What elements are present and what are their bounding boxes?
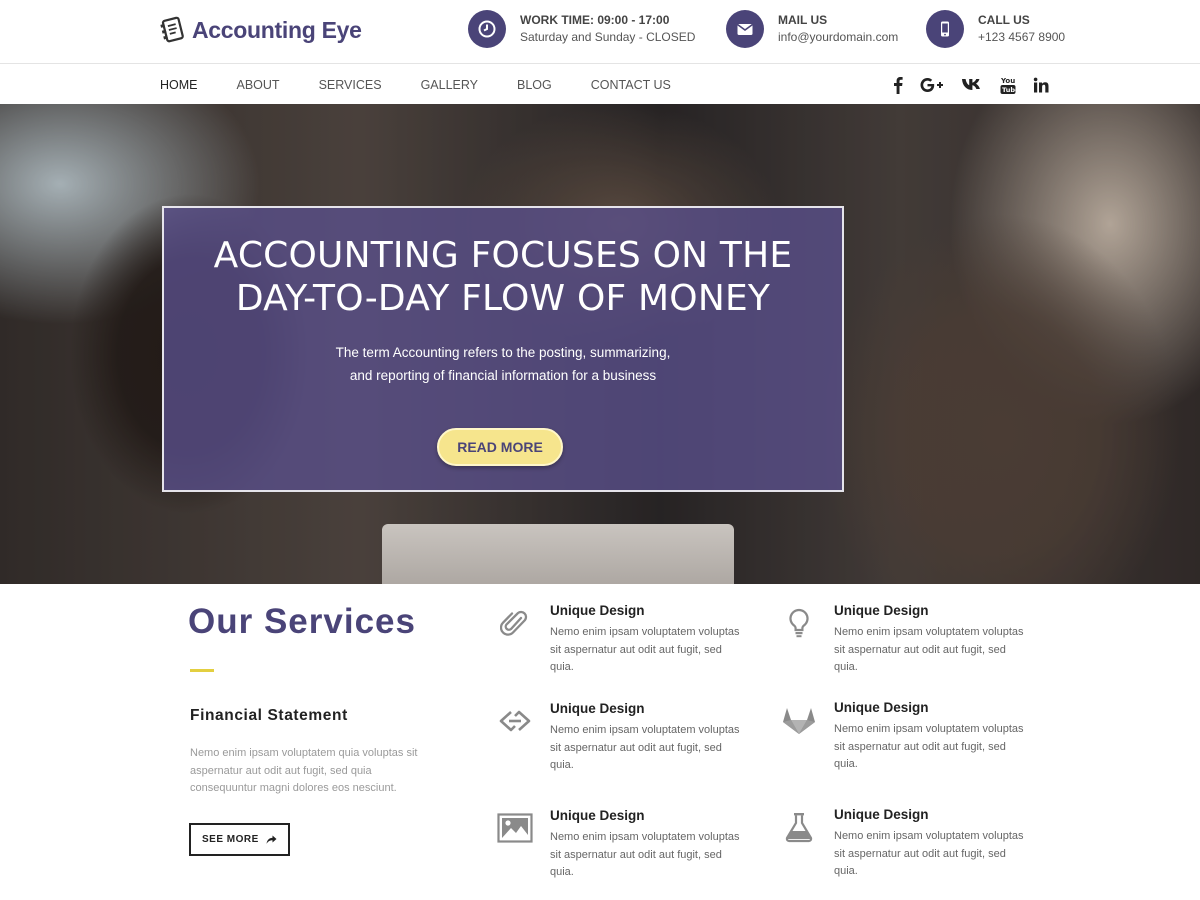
linkedin-icon[interactable] xyxy=(1033,75,1049,95)
youtube-icon[interactable]: YouTube xyxy=(1000,75,1016,95)
hero-title-line-1: ACCOUNTING FOCUSES ON THE xyxy=(213,235,793,276)
service-text: Nemo enim ipsam voluptatem voluptas sit … xyxy=(550,626,740,673)
hero-banner: ACCOUNTING FOCUSES ON THE DAY-TO-DAY FLO… xyxy=(0,104,1200,584)
read-more-button[interactable]: READ MORE xyxy=(437,428,563,466)
mail-address[interactable]: info@yourdomain.com xyxy=(778,29,898,46)
service-text: Nemo enim ipsam voluptatem voluptas sit … xyxy=(834,723,1024,770)
financial-statement-title: Financial Statement xyxy=(190,707,348,724)
vk-icon[interactable] xyxy=(961,75,983,95)
service-title: Unique Design xyxy=(834,807,929,822)
service-text: Nemo enim ipsam voluptatem voluptas sit … xyxy=(834,626,1024,673)
service-title: Unique Design xyxy=(550,701,645,716)
image-icon xyxy=(497,810,533,846)
nav-item-home[interactable]: HOME xyxy=(160,78,198,92)
svg-text:Tube: Tube xyxy=(1002,86,1016,94)
hero-description: The term Accounting refers to the postin… xyxy=(335,345,671,383)
service-text: Nemo enim ipsam voluptatem voluptas sit … xyxy=(834,830,1024,877)
social-links: YouTube xyxy=(893,65,1049,104)
service-title: Unique Design xyxy=(550,603,645,618)
hero-caption-box: ACCOUNTING FOCUSES ON THE DAY-TO-DAY FLO… xyxy=(162,206,844,492)
site-logo[interactable]: Accounting Eye xyxy=(160,16,362,44)
flask-icon xyxy=(781,809,817,845)
share-arrow-icon xyxy=(266,835,277,844)
service-title: Unique Design xyxy=(834,700,929,715)
heading-underline xyxy=(190,669,214,672)
work-time-info: WORK TIME: 09:00 - 17:00 Saturday and Su… xyxy=(468,10,695,48)
nav-item-about[interactable]: ABOUT xyxy=(237,78,280,92)
service-title: Unique Design xyxy=(550,808,645,823)
hero-title-line-2: DAY-TO-DAY FLOW OF MONEY xyxy=(235,278,771,319)
nav-item-contact-us[interactable]: CONTACT US xyxy=(591,78,671,92)
work-time-title: WORK TIME: 09:00 - 17:00 xyxy=(520,13,670,27)
svg-text:You: You xyxy=(1000,77,1015,85)
service-title: Unique Design xyxy=(834,603,929,618)
main-nav: HOME ABOUT SERVICES GALLERY BLOG CONTACT… xyxy=(0,65,1200,104)
top-header: Accounting Eye WORK TIME: 09:00 - 17:00 … xyxy=(0,0,1200,64)
ledger-icon xyxy=(160,16,184,43)
facebook-icon[interactable] xyxy=(893,75,903,95)
service-text: Nemo enim ipsam voluptatem voluptas sit … xyxy=(550,724,740,771)
code-brackets-icon xyxy=(497,703,533,739)
see-more-button[interactable]: SEE MORE xyxy=(189,823,290,856)
mail-title: MAIL US xyxy=(778,13,828,27)
paperclip-icon xyxy=(497,605,533,641)
services-heading: Our Services xyxy=(188,602,416,641)
phone-number[interactable]: +123 4567 8900 xyxy=(978,29,1065,46)
clock-icon xyxy=(468,10,506,48)
call-title: CALL US xyxy=(978,13,1030,27)
gitlab-fox-icon xyxy=(781,702,817,738)
call-info: CALL US +123 4567 8900 xyxy=(926,10,1065,48)
hero-title: ACCOUNTING FOCUSES ON THE DAY-TO-DAY FLO… xyxy=(164,234,842,320)
logo-text: Accounting Eye xyxy=(192,16,362,43)
financial-statement-text: Nemo enim ipsam voluptatem quia voluptas… xyxy=(190,747,418,794)
nav-item-gallery[interactable]: GALLERY xyxy=(421,78,478,92)
nav-item-services[interactable]: SERVICES xyxy=(319,78,382,92)
service-text: Nemo enim ipsam voluptatem voluptas sit … xyxy=(550,831,740,878)
lightbulb-icon xyxy=(781,605,817,641)
envelope-icon xyxy=(726,10,764,48)
mail-info: MAIL US info@yourdomain.com xyxy=(726,10,898,48)
mobile-phone-icon xyxy=(926,10,964,48)
hero-laptop-image xyxy=(382,524,734,584)
work-time-sub: Saturday and Sunday - CLOSED xyxy=(520,30,696,44)
nav-item-blog[interactable]: BLOG xyxy=(517,78,552,92)
google-plus-icon[interactable] xyxy=(920,75,944,95)
see-more-label: SEE MORE xyxy=(202,834,259,845)
